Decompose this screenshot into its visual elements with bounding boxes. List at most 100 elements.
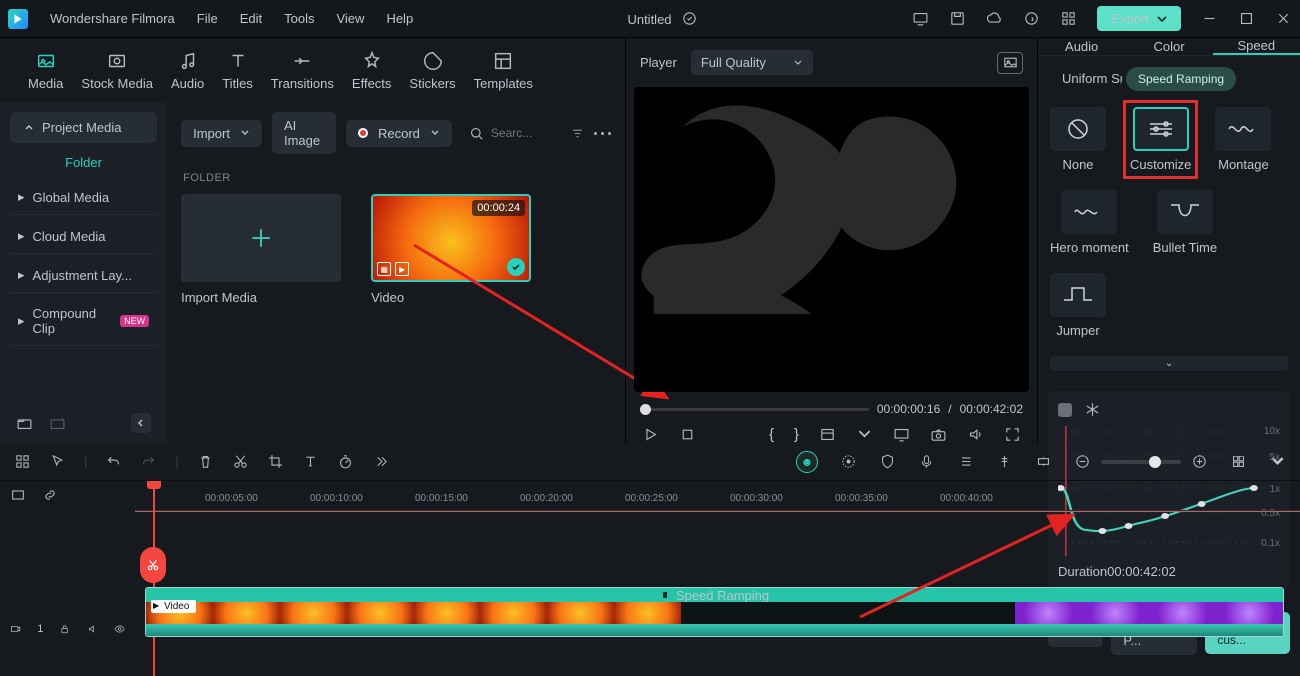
rtab-color[interactable]: Color xyxy=(1125,38,1212,55)
scissors-playhead-icon[interactable] xyxy=(140,547,166,583)
preset-hero[interactable]: Hero moment xyxy=(1050,190,1129,255)
maximize-icon[interactable] xyxy=(1238,10,1255,27)
filter-icon[interactable] xyxy=(571,125,584,142)
stop-icon[interactable] xyxy=(679,426,696,443)
media-search[interactable] xyxy=(468,125,561,142)
record-dropdown[interactable]: Record xyxy=(346,120,452,147)
tab-media[interactable]: Media xyxy=(28,46,63,91)
play-icon[interactable] xyxy=(642,426,659,443)
frame-icon: ▦ xyxy=(377,262,391,276)
pointer-icon[interactable] xyxy=(49,453,66,470)
new-bin-icon[interactable] xyxy=(49,415,66,432)
search-input[interactable] xyxy=(491,126,561,140)
crop-icon[interactable] xyxy=(267,453,284,470)
fit-icon[interactable] xyxy=(10,487,26,503)
shield-icon[interactable] xyxy=(879,453,896,470)
apps-icon[interactable] xyxy=(1060,10,1077,27)
speed-icon[interactable] xyxy=(337,453,354,470)
sidebar-cloud-media[interactable]: ▸Cloud Media xyxy=(10,219,157,254)
sidebar-adjustment-layer[interactable]: ▸Adjustment Lay... xyxy=(10,258,157,293)
menu-file[interactable]: File xyxy=(197,11,218,26)
timeline-clip[interactable]: Speed Ramping xyxy=(145,587,1284,637)
tab-templates[interactable]: Templates xyxy=(474,46,533,91)
tab-transitions[interactable]: Transitions xyxy=(271,46,334,91)
tab-stock[interactable]: Stock Media xyxy=(81,46,153,91)
more-tools-icon[interactable] xyxy=(372,453,389,470)
fullscreen-icon[interactable] xyxy=(1004,426,1021,443)
cam-icon: ▶ xyxy=(395,262,409,276)
display-icon[interactable] xyxy=(893,426,910,443)
delete-icon[interactable] xyxy=(197,453,214,470)
monitor-icon[interactable] xyxy=(912,10,929,27)
text-icon[interactable] xyxy=(302,453,319,470)
sidebar-compound-clip[interactable]: ▸Compound ClipNEW xyxy=(10,297,157,346)
link-icon[interactable] xyxy=(42,487,58,503)
ai-image-button[interactable]: AI Image xyxy=(272,112,336,154)
mic-icon[interactable] xyxy=(918,453,935,470)
preset-none[interactable]: None xyxy=(1050,107,1106,172)
playhead[interactable] xyxy=(147,481,161,489)
volume-icon[interactable] xyxy=(967,426,984,443)
list-icon[interactable] xyxy=(957,453,974,470)
chevron-down-icon[interactable] xyxy=(856,426,873,443)
menu-edit[interactable]: Edit xyxy=(240,11,262,26)
preset-montage[interactable]: Montage xyxy=(1215,107,1271,172)
project-media-header[interactable]: Project Media xyxy=(10,112,157,143)
camera-icon[interactable] xyxy=(930,426,947,443)
track-video-icon[interactable] xyxy=(10,621,21,637)
import-dropdown[interactable]: Import xyxy=(181,120,262,147)
tab-titles[interactable]: Titles xyxy=(222,46,253,91)
folder-label[interactable]: Folder xyxy=(10,155,157,170)
record-dot-icon xyxy=(358,128,368,138)
grid-icon[interactable] xyxy=(14,453,31,470)
preset-bullet[interactable]: Bullet Time xyxy=(1153,190,1217,255)
snapshot-button[interactable] xyxy=(997,52,1023,74)
clip-video-tile[interactable]: 00:00:24 ▦▶ Video xyxy=(371,194,531,305)
quality-dropdown[interactable]: Full Quality xyxy=(691,50,813,75)
marker-icon[interactable] xyxy=(996,453,1013,470)
more-icon[interactable] xyxy=(594,132,611,135)
preset-customize[interactable]: Customize xyxy=(1130,107,1191,172)
redo-icon[interactable] xyxy=(140,453,157,470)
tab-stickers[interactable]: Stickers xyxy=(409,46,455,91)
ai-assistant-icon[interactable]: ☻ xyxy=(796,451,818,473)
snowflake-icon[interactable] xyxy=(1084,401,1101,418)
cut-icon[interactable] xyxy=(232,453,249,470)
uniform-speed-tab[interactable]: Uniform Speed xyxy=(1050,66,1122,91)
menu-tools[interactable]: Tools xyxy=(284,11,314,26)
preview-viewport[interactable] xyxy=(634,87,1029,392)
save-icon[interactable] xyxy=(949,10,966,27)
image-icon xyxy=(1002,54,1019,71)
sidebar-global-media[interactable]: ▸Global Media xyxy=(10,180,157,215)
preset-jumper[interactable]: Jumper xyxy=(1050,273,1106,338)
freeze-toggle[interactable] xyxy=(1058,403,1072,417)
mark-in-icon[interactable]: { xyxy=(769,426,774,443)
mute-icon[interactable] xyxy=(87,621,98,637)
cloud-icon[interactable] xyxy=(986,10,1003,27)
new-folder-icon[interactable] xyxy=(16,415,33,432)
menu-help[interactable]: Help xyxy=(386,11,413,26)
mark-out-icon[interactable]: } xyxy=(794,426,799,443)
tab-audio[interactable]: Audio xyxy=(171,46,204,91)
expand-presets[interactable]: ⌄ xyxy=(1050,356,1288,371)
menu-view[interactable]: View xyxy=(336,11,364,26)
undo-icon[interactable] xyxy=(105,453,122,470)
export-button[interactable]: Export xyxy=(1097,6,1181,31)
lock-icon[interactable] xyxy=(59,621,70,637)
time-ruler[interactable]: 00:00:05:00 00:00:10:00 00:00:15:00 00:0… xyxy=(135,481,1300,511)
rtab-speed[interactable]: Speed xyxy=(1213,38,1300,55)
collapse-sidebar[interactable] xyxy=(131,413,151,433)
close-icon[interactable] xyxy=(1275,10,1292,27)
color-tool-icon[interactable] xyxy=(840,453,857,470)
keyframe-icon[interactable] xyxy=(1035,453,1052,470)
visibility-icon[interactable] xyxy=(114,621,125,637)
timeline-tracks[interactable]: 00:00:05:00 00:00:10:00 00:00:15:00 00:0… xyxy=(135,481,1300,676)
rtab-audio[interactable]: Audio xyxy=(1038,38,1125,55)
seek-bar[interactable] xyxy=(640,408,869,411)
import-media-tile[interactable]: Import Media xyxy=(181,194,341,305)
speed-ramping-tab[interactable]: Speed Ramping xyxy=(1126,67,1236,91)
layout-icon[interactable] xyxy=(819,426,836,443)
tab-effects[interactable]: Effects xyxy=(352,46,392,91)
support-icon[interactable] xyxy=(1023,10,1040,27)
minimize-icon[interactable] xyxy=(1201,10,1218,27)
